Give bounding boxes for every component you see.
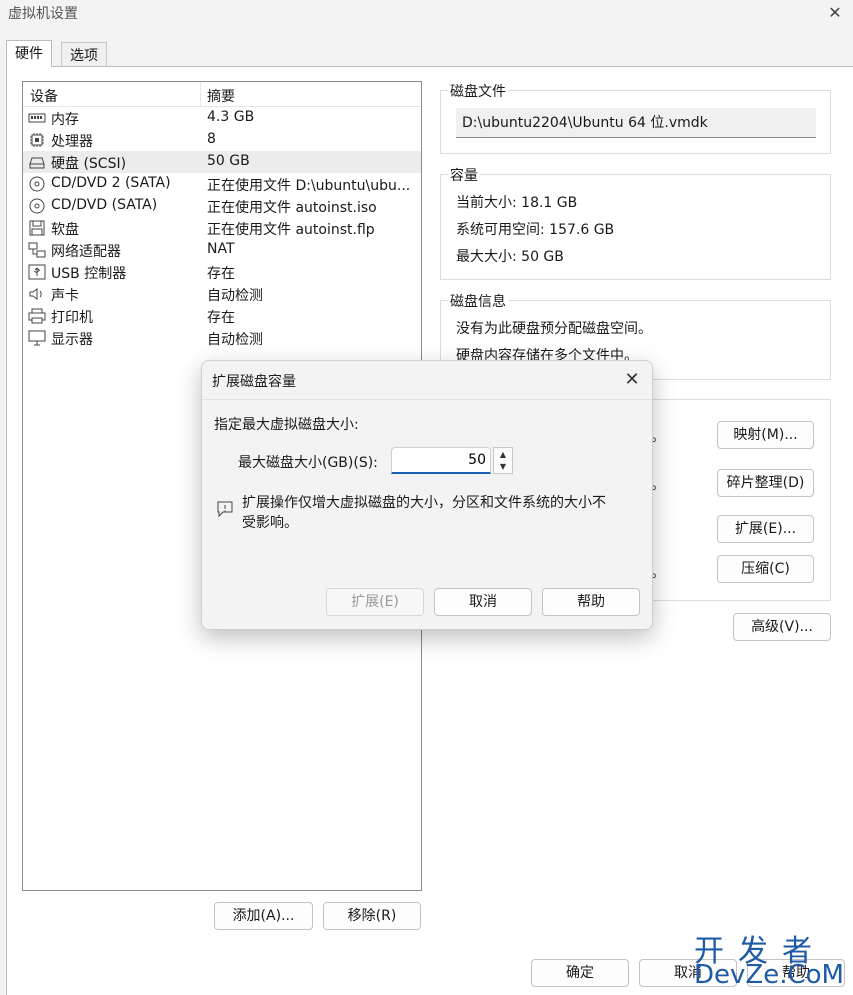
device-summary: 正在使用文件 autoinst.iso (207, 200, 377, 216)
dialog-close-icon[interactable]: ✕ (621, 369, 643, 391)
floppy-icon (29, 220, 45, 236)
device-summary: 50 GB (207, 153, 250, 169)
device-summary: 4.3 GB (207, 109, 255, 125)
device-name: CD/DVD (SATA) (51, 197, 158, 213)
device-name: 软盘 (51, 222, 79, 238)
expand-button[interactable]: 扩展(E)... (717, 515, 814, 543)
tab-options[interactable]: 选项 (61, 42, 107, 66)
speaker-icon (29, 288, 42, 300)
defragment-button[interactable]: 碎片整理(D) (717, 469, 814, 497)
disk-info-group-title: 磁盘信息 (448, 291, 508, 311)
add-device-button[interactable]: 添加(A)... (214, 902, 313, 930)
window-title: 虚拟机设置 (8, 6, 78, 22)
printer-icon (28, 308, 46, 324)
network-adapter-icon (28, 242, 46, 258)
device-name: 声卡 (51, 288, 79, 304)
max-size-label: 最大磁盘大小(GB)(S): (238, 455, 378, 471)
device-summary: NAT (207, 241, 235, 257)
dialog-body: 指定最大虚拟磁盘大小: 最大磁盘大小(GB)(S): ▲ ▼ 扩展操作仅增大虚拟… (202, 399, 652, 629)
device-summary: 8 (207, 131, 216, 147)
dialog-cancel-button[interactable]: 取消 (434, 588, 532, 616)
max-size-text: 最大大小: 50 GB (456, 249, 564, 265)
watermark-line-2: DevZe.CoM (694, 960, 844, 990)
device-row-memory[interactable]: 内存 4.3 GB (23, 107, 421, 129)
cd-dvd-icon (29, 176, 45, 192)
close-icon[interactable]: ✕ (824, 2, 846, 24)
column-header-summary[interactable]: 摘要 (207, 86, 235, 106)
info-message-icon (217, 501, 233, 518)
device-summary: 正在使用文件 autoinst.flp (207, 222, 375, 238)
device-name: CD/DVD 2 (SATA) (51, 175, 171, 191)
device-summary: 正在使用文件 D:\ubuntu\ubu... (207, 178, 411, 194)
device-list-header: 设备 摘要 (23, 82, 421, 107)
device-name: 内存 (51, 112, 79, 128)
device-row-sound-card[interactable]: 声卡 自动检测 (23, 283, 421, 305)
device-row-display[interactable]: 显示器 自动检测 (23, 327, 421, 349)
utility-description-map: 。 (651, 429, 665, 445)
device-row-hard-disk[interactable]: 硬盘 (SCSI) 50 GB (23, 151, 421, 173)
device-row-usb-controller[interactable]: USB 控制器 存在 (23, 261, 421, 283)
tab-hardware[interactable]: 硬件 (6, 40, 52, 67)
disk-info-line-1: 没有为此硬盘预分配磁盘空间。 (456, 321, 652, 337)
column-separator[interactable] (200, 82, 201, 107)
advanced-button[interactable]: 高级(V)... (733, 613, 831, 641)
device-name: 显示器 (51, 332, 93, 348)
hard-disk-icon (29, 157, 45, 169)
device-summary: 存在 (207, 310, 235, 326)
watermark-logo: 开发者 DevZe.CoM (694, 926, 844, 990)
device-row-processor[interactable]: 处理器 8 (23, 129, 421, 151)
capacity-group-title: 容量 (448, 165, 480, 185)
disk-file-path-field[interactable]: D:\ubuntu2204\Ubuntu 64 位.vmdk (456, 108, 816, 138)
compact-button[interactable]: 压缩(C) (717, 555, 814, 583)
dialog-note-line-2: 受影响。 (242, 515, 298, 531)
device-summary: 自动检测 (207, 288, 263, 304)
map-button[interactable]: 映射(M)... (717, 421, 814, 449)
dialog-expand-button[interactable]: 扩展(E) (326, 588, 424, 616)
spin-down-icon[interactable]: ▼ (494, 461, 512, 473)
utility-description-compact: 。 (651, 565, 665, 581)
size-spinner: ▲ ▼ (493, 447, 513, 474)
processor-icon (30, 133, 44, 147)
device-summary: 存在 (207, 266, 235, 282)
ok-button[interactable]: 确定 (531, 959, 629, 987)
device-summary: 自动检测 (207, 332, 263, 348)
device-name: USB 控制器 (51, 266, 127, 282)
memory-icon (28, 113, 46, 123)
column-header-device[interactable]: 设备 (30, 86, 58, 106)
dialog-title: 扩展磁盘容量 (212, 374, 296, 390)
current-size-text: 当前大小: 18.1 GB (456, 195, 578, 211)
expand-disk-dialog: 扩展磁盘容量 ✕ 指定最大虚拟磁盘大小: 最大磁盘大小(GB)(S): ▲ ▼ … (201, 360, 653, 630)
device-name: 硬盘 (SCSI) (51, 156, 127, 172)
available-space-text: 系统可用空间: 157.6 GB (456, 222, 615, 238)
device-row-floppy[interactable]: 软盘 正在使用文件 autoinst.flp (23, 217, 421, 239)
remove-device-button[interactable]: 移除(R) (323, 902, 421, 930)
dialog-help-button[interactable]: 帮助 (542, 588, 640, 616)
cd-dvd-icon (29, 198, 45, 214)
max-disk-size-input[interactable] (391, 447, 491, 474)
dialog-titlebar[interactable]: 扩展磁盘容量 ✕ (202, 361, 652, 399)
dialog-instruction: 指定最大虚拟磁盘大小: (214, 417, 359, 433)
utility-description-defrag: 。 (651, 477, 665, 493)
monitor-icon (28, 330, 46, 346)
device-name: 处理器 (51, 134, 93, 150)
device-row-cd-dvd[interactable]: CD/DVD (SATA) 正在使用文件 autoinst.iso (23, 195, 421, 217)
disk-file-group-title: 磁盘文件 (448, 81, 508, 101)
device-row-network-adapter[interactable]: 网络适配器 NAT (23, 239, 421, 261)
device-name: 网络适配器 (51, 244, 121, 260)
device-row-cd-dvd-2[interactable]: CD/DVD 2 (SATA) 正在使用文件 D:\ubuntu\ubu... (23, 173, 421, 195)
spin-up-icon[interactable]: ▲ (494, 449, 512, 461)
device-row-printer[interactable]: 打印机 存在 (23, 305, 421, 327)
usb-icon (28, 264, 46, 280)
dialog-note-line-1: 扩展操作仅增大虚拟磁盘的大小，分区和文件系统的大小不 (242, 495, 606, 511)
device-name: 打印机 (51, 310, 93, 326)
